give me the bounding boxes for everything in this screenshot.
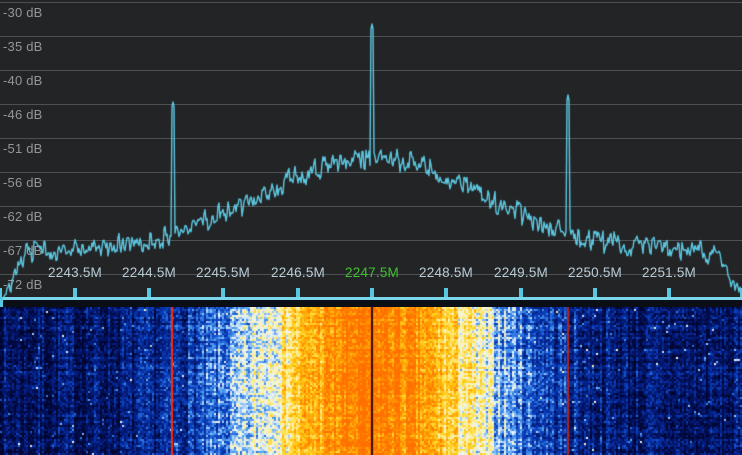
spectrum-panel[interactable]: -30 dB-35 dB-40 dB-46 dB-51 dB-56 dB-62 … xyxy=(0,0,742,307)
frequency-tick xyxy=(370,288,374,297)
frequency-tick xyxy=(221,288,225,297)
spectrum-trace xyxy=(0,0,742,307)
frequency-tick xyxy=(667,288,671,297)
frequency-tick xyxy=(296,288,300,297)
scale-left-edge-tick xyxy=(0,297,3,307)
sdr-main-view: -30 dB-35 dB-40 dB-46 dB-51 dB-56 dB-62 … xyxy=(0,0,742,455)
frequency-tick xyxy=(0,288,2,297)
frequency-tick xyxy=(593,288,597,297)
frequency-scale-bar[interactable] xyxy=(0,297,742,300)
frequency-tick xyxy=(444,288,448,297)
waterfall-display[interactable] xyxy=(0,307,742,455)
frequency-tick xyxy=(519,288,523,297)
frequency-tick xyxy=(147,288,151,297)
frequency-tick xyxy=(73,288,77,297)
